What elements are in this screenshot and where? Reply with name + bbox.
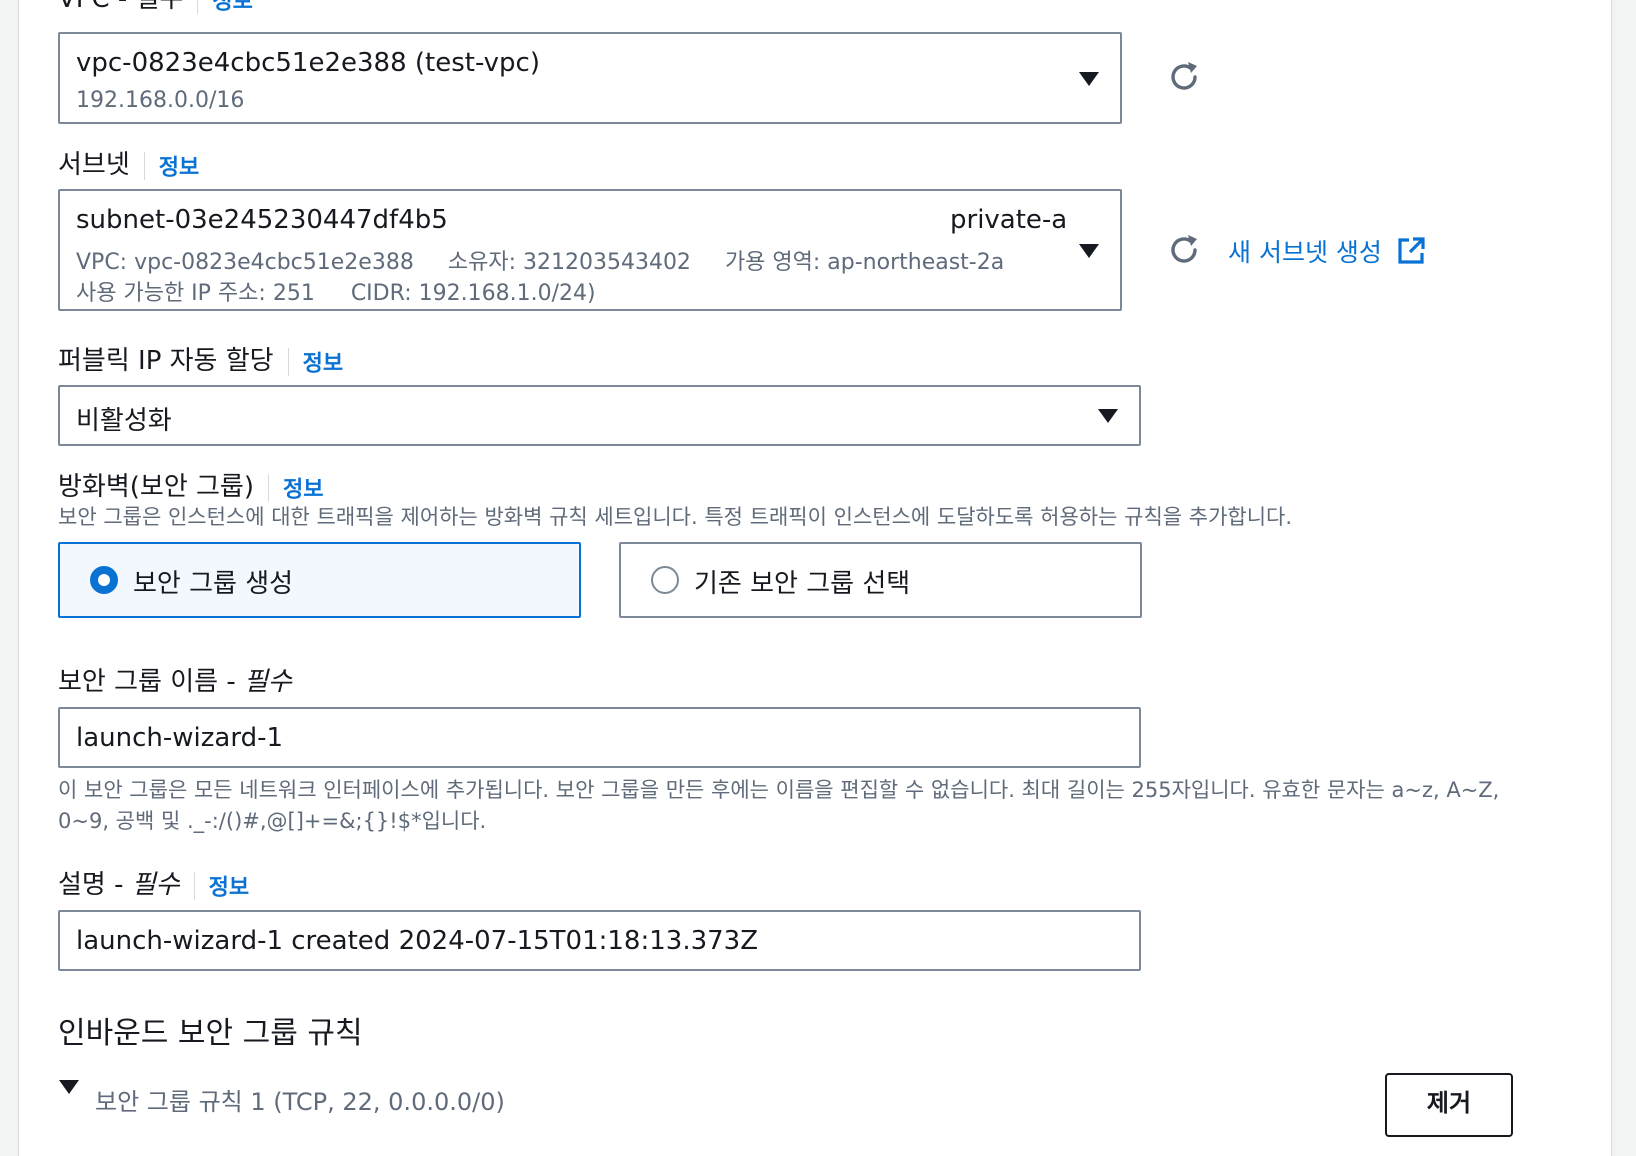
description-input-value: launch-wizard-1 created 2024-07-15T01:18… xyxy=(76,926,759,956)
caret-down-icon[interactable] xyxy=(59,1080,79,1094)
create-subnet-link[interactable]: 새 서브넷 생성 xyxy=(1228,233,1426,269)
public-ip-select-value: 비활성화 xyxy=(76,406,172,436)
sg-name-help-line-1: 이 보안 그룹은 모든 네트워크 인터페이스에 추가됩니다. 보안 그룹을 만든… xyxy=(58,778,1500,802)
subnet-select-id: subnet-03e245230447df4b5 xyxy=(76,205,448,235)
sg-name-required: 필수 xyxy=(243,667,292,697)
public-ip-select[interactable]: 비활성화 xyxy=(58,385,1141,446)
sg-name-label-text: 보안 그룹 이름 - xyxy=(58,667,244,697)
radio-existing-label: 기존 보안 그룹 선택 xyxy=(694,569,911,599)
firewall-field-label: 방화벽(보안 그룹) 정보 xyxy=(58,466,323,504)
create-subnet-link-label: 새 서브넷 생성 xyxy=(1228,238,1382,267)
radio-icon xyxy=(651,566,679,594)
firewall-info-link[interactable]: 정보 xyxy=(283,478,323,503)
caret-down-icon xyxy=(1079,244,1099,258)
description-field-label: 설명 - 필수 정보 xyxy=(58,864,249,902)
subnet-available-ips: 사용 가능한 IP 주소: 251 xyxy=(76,281,315,306)
network-settings-panel: VPC - 필수정보 vpc-0823e4cbc51e2e388 (test-v… xyxy=(18,0,1612,1156)
sg-name-field-label: 보안 그룹 이름 - 필수 xyxy=(58,661,292,698)
caret-down-icon xyxy=(1079,72,1099,86)
description-label-text: 설명 - xyxy=(58,870,132,900)
subnet-cidr: CIDR: 192.168.1.0/24) xyxy=(350,281,596,306)
firewall-label-text: 방화벽(보안 그룹) xyxy=(58,472,254,502)
description-info-link[interactable]: 정보 xyxy=(209,876,249,901)
vpc-select-cidr: 192.168.0.0/16 xyxy=(76,88,245,113)
subnet-az: 가용 영역: ap-northeast-2a xyxy=(724,250,1005,275)
subnet-select-name: private-a xyxy=(950,205,1068,235)
refresh-icon[interactable] xyxy=(1167,233,1201,267)
vpc-label-text: VPC - 필수 xyxy=(58,0,183,14)
subnet-vpc: VPC: vpc-0823e4cbc51e2e388 xyxy=(76,250,414,275)
sg-name-help-line-2: 0~9, 공백 및 ._-:/()#,@[]+=&;{}!$*입니다. xyxy=(58,809,487,833)
vpc-field-label: VPC - 필수 정보 xyxy=(58,0,253,16)
caret-down-icon xyxy=(1098,409,1118,423)
radio-create-security-group[interactable]: 보안 그룹 생성 xyxy=(58,542,581,618)
inbound-rule-title[interactable]: 보안 그룹 규칙 1 (TCP, 22, 0.0.0.0/0) xyxy=(95,1082,505,1117)
remove-rule-button[interactable]: 제거 xyxy=(1385,1073,1513,1137)
vpc-select-value: vpc-0823e4cbc51e2e388 (test-vpc) xyxy=(76,48,540,78)
description-required: 필수 xyxy=(131,870,180,900)
firewall-description: 보안 그룹은 인스턴스에 대한 트래픽을 제어하는 방화벽 규칙 세트입니다. … xyxy=(58,505,1293,529)
subnet-field-label: 서브넷 정보 xyxy=(58,144,199,182)
vpc-info-link[interactable]: 정보 xyxy=(212,0,252,15)
subnet-owner: 소유자: 321203543402 xyxy=(447,250,691,275)
sg-name-input[interactable]: launch-wizard-1 xyxy=(58,707,1141,768)
vpc-select[interactable]: vpc-0823e4cbc51e2e388 (test-vpc) 192.168… xyxy=(58,32,1122,124)
inbound-rules-heading: 인바운드 보안 그룹 규칙 xyxy=(58,1016,363,1051)
public-ip-info-link[interactable]: 정보 xyxy=(303,352,343,377)
refresh-icon[interactable] xyxy=(1167,60,1201,94)
description-input[interactable]: launch-wizard-1 created 2024-07-15T01:18… xyxy=(58,910,1141,971)
public-ip-label-text: 퍼블릭 IP 자동 할당 xyxy=(58,346,274,376)
radio-existing-security-group[interactable]: 기존 보안 그룹 선택 xyxy=(619,542,1142,618)
subnet-select-details-1: VPC: vpc-0823e4cbc51e2e388 소유자: 32120354… xyxy=(76,244,1004,276)
radio-icon xyxy=(90,566,118,594)
subnet-info-link[interactable]: 정보 xyxy=(159,156,199,181)
subnet-select[interactable]: subnet-03e245230447df4b5 private-a VPC: … xyxy=(58,189,1122,311)
external-link-icon xyxy=(1398,237,1425,264)
subnet-label-text: 서브넷 xyxy=(58,150,130,180)
radio-create-label: 보안 그룹 생성 xyxy=(133,569,294,599)
subnet-select-details-2: 사용 가능한 IP 주소: 251 CIDR: 192.168.1.0/24) xyxy=(76,275,596,307)
public-ip-field-label: 퍼블릭 IP 자동 할당 정보 xyxy=(58,340,343,378)
sg-name-input-value: launch-wizard-1 xyxy=(76,723,283,753)
